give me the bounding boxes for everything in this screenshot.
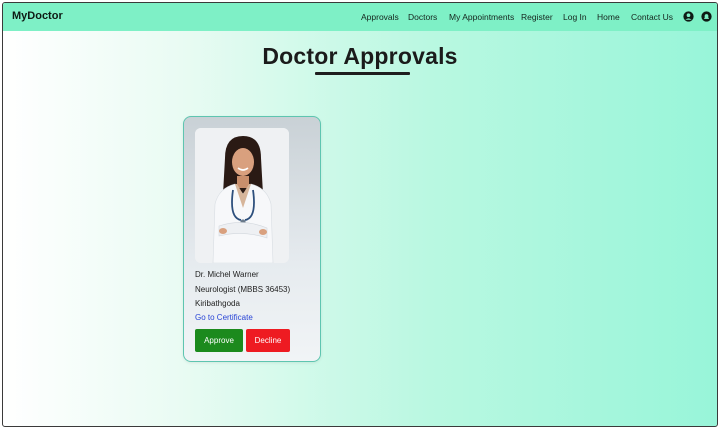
nav-link-register[interactable]: Register — [521, 12, 553, 22]
user-circle-icon[interactable] — [683, 11, 694, 22]
doctor-location: Kiribathgoda — [195, 299, 240, 308]
doctor-portrait-image — [195, 128, 289, 263]
decline-button[interactable]: Decline — [246, 329, 290, 352]
title-underline — [315, 72, 410, 75]
nav-link-my-appointments[interactable]: My Appointments — [449, 12, 514, 22]
certificate-link[interactable]: Go to Certificate — [195, 313, 253, 322]
doctor-name: Dr. Michel Warner — [195, 270, 259, 279]
nav-link-contact-us[interactable]: Contact Us — [631, 12, 673, 22]
brand-logo[interactable]: MyDoctor — [12, 10, 63, 22]
doctor-specialty: Neurologist (MBBS 36453) — [195, 285, 291, 294]
page-title: Doctor Approvals — [262, 43, 458, 69]
nav-link-approvals[interactable]: Approvals — [361, 12, 399, 22]
doctor-card: Dr. Michel Warner Neurologist (MBBS 3645… — [183, 116, 321, 362]
doctor-photo — [195, 128, 289, 263]
nav-link-log-in[interactable]: Log In — [563, 12, 587, 22]
nav-link-doctors[interactable]: Doctors — [408, 12, 437, 22]
nav-link-home[interactable]: Home — [597, 12, 620, 22]
app-frame: MyDoctor Approvals Doctors My Appointmen… — [2, 2, 718, 427]
notification-icon[interactable] — [701, 11, 712, 22]
approve-button[interactable]: Approve — [195, 329, 243, 352]
navbar: MyDoctor Approvals Doctors My Appointmen… — [3, 3, 717, 31]
